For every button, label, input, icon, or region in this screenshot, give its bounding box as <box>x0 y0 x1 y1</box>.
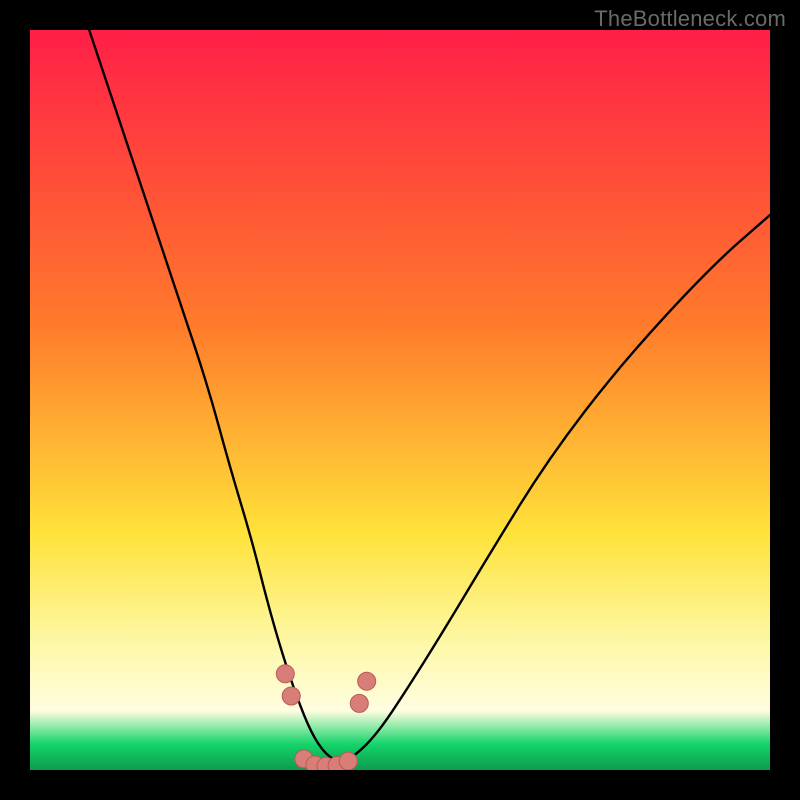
curve-marker <box>276 665 294 683</box>
chart-frame: TheBottleneck.com <box>0 0 800 800</box>
bottleneck-curve <box>89 30 770 761</box>
curve-marker <box>358 672 376 690</box>
curve-marker <box>282 687 300 705</box>
curve-marker <box>350 694 368 712</box>
watermark-text: TheBottleneck.com <box>594 6 786 32</box>
plot-area <box>30 30 770 770</box>
bottleneck-curve-svg <box>30 30 770 770</box>
curve-marker <box>339 752 357 770</box>
